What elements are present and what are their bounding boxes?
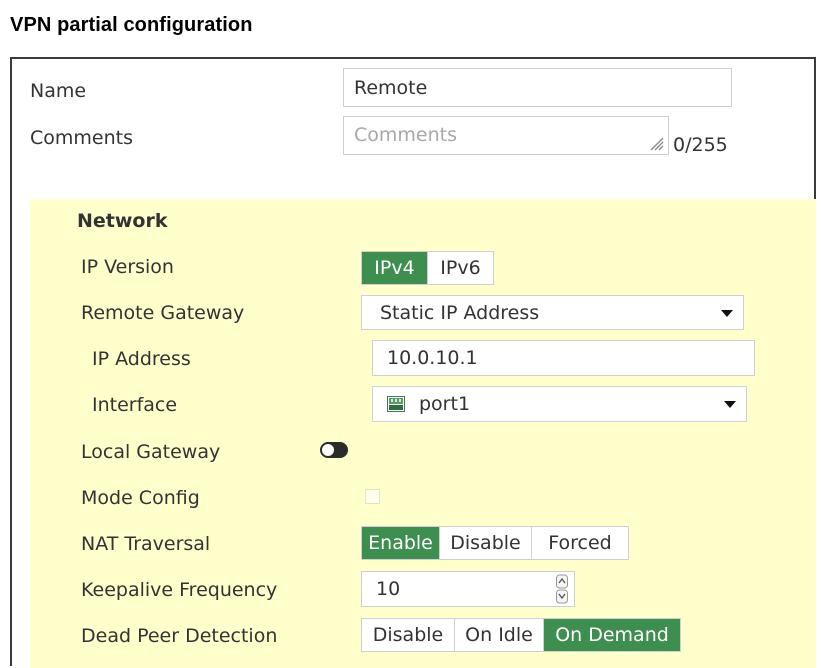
keepalive-frequency-value: 10 xyxy=(376,578,401,600)
keepalive-frequency-label: Keepalive Frequency xyxy=(81,579,278,601)
dpd-on-demand-option[interactable]: On Demand xyxy=(544,619,680,651)
local-gateway-label: Local Gateway xyxy=(81,441,221,463)
interface-label: Interface xyxy=(92,394,178,416)
name-input-value: Remote xyxy=(354,76,428,99)
interface-select[interactable]: port1 xyxy=(372,386,747,422)
nat-forced-option[interactable]: Forced xyxy=(532,527,628,559)
dpd-on-idle-option[interactable]: On Idle xyxy=(455,619,544,651)
remote-gateway-select[interactable]: Static IP Address xyxy=(361,295,744,330)
ipv6-option[interactable]: IPv6 xyxy=(428,252,493,284)
ipv4-option[interactable]: IPv4 xyxy=(362,252,428,284)
network-port-icon xyxy=(387,396,405,412)
ip-address-label: IP Address xyxy=(92,348,191,370)
vpn-config-form: Name Remote Comments Comments 0/255 Netw… xyxy=(10,57,816,668)
ip-version-toggle: IPv4 IPv6 xyxy=(361,251,494,285)
network-section-title: Network xyxy=(77,210,168,232)
name-input[interactable]: Remote xyxy=(343,68,732,107)
comments-placeholder: Comments xyxy=(354,124,457,146)
chevron-down-icon xyxy=(721,309,733,317)
dead-peer-detection-label: Dead Peer Detection xyxy=(81,625,278,647)
comments-textarea[interactable]: Comments xyxy=(343,116,669,155)
chevron-down-icon xyxy=(724,401,736,408)
toggle-knob xyxy=(322,444,334,456)
mode-config-checkbox[interactable] xyxy=(365,489,380,504)
dpd-disable-option[interactable]: Disable xyxy=(362,619,455,651)
mode-config-label: Mode Config xyxy=(81,487,200,509)
network-section: Network IP Version IPv4 IPv6 Remote Gate… xyxy=(30,199,816,668)
nat-traversal-label: NAT Traversal xyxy=(81,533,211,555)
ip-version-label: IP Version xyxy=(81,256,174,278)
comments-label: Comments xyxy=(30,127,133,149)
nat-disable-option[interactable]: Disable xyxy=(440,527,532,559)
ip-address-value: 10.0.10.1 xyxy=(387,347,478,369)
dead-peer-detection-toggle: Disable On Idle On Demand xyxy=(361,618,681,652)
number-stepper-icon[interactable] xyxy=(556,574,568,604)
name-label: Name xyxy=(30,80,87,102)
resize-grip-icon[interactable] xyxy=(648,135,664,151)
remote-gateway-value: Static IP Address xyxy=(380,301,540,324)
nat-enable-option[interactable]: Enable xyxy=(362,527,440,559)
keepalive-frequency-input[interactable]: 10 xyxy=(361,571,575,607)
page-title: VPN partial configuration xyxy=(10,14,253,36)
comments-char-counter: 0/255 xyxy=(673,134,728,156)
local-gateway-toggle[interactable] xyxy=(320,442,348,458)
interface-value: port1 xyxy=(419,393,471,415)
nat-traversal-toggle: Enable Disable Forced xyxy=(361,526,629,560)
ip-address-input[interactable]: 10.0.10.1 xyxy=(372,340,755,376)
remote-gateway-label: Remote Gateway xyxy=(81,302,245,324)
